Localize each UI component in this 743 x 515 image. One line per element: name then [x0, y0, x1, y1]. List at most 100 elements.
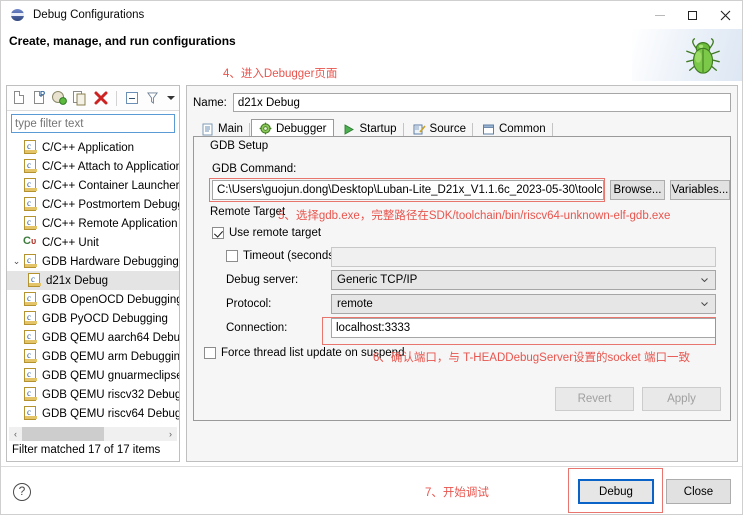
timeout-input[interactable] — [331, 247, 716, 267]
tree-item[interactable]: GDB QEMU riscv32 Debugg — [7, 385, 179, 404]
use-remote-target-checkbox[interactable] — [212, 227, 224, 239]
c-launch-icon — [22, 406, 38, 421]
c-launch-icon — [22, 159, 38, 174]
tree-item[interactable]: GDB QEMU riscv64 Debugg — [7, 404, 179, 423]
export-icon[interactable] — [50, 89, 68, 107]
c-launch-icon — [22, 254, 38, 269]
remote-target-title: Remote Target — [206, 206, 289, 218]
use-remote-target-row[interactable]: Use remote target — [212, 227, 321, 239]
toolbar-separator — [116, 91, 117, 106]
tree-item[interactable]: C/C++ Postmortem Debugg — [7, 195, 179, 214]
chevron-down-icon — [701, 302, 708, 306]
browse-button[interactable]: Browse... — [610, 180, 665, 200]
debug-button[interactable]: Debug — [578, 479, 654, 504]
filter-input[interactable] — [11, 114, 175, 133]
header-band: Create, manage, and run configurations — [1, 29, 742, 81]
connection-label: Connection: — [226, 322, 287, 334]
tree-item[interactable]: GDB QEMU gnuarmeclipse I — [7, 366, 179, 385]
tree-item[interactable]: CᴜC/C++ Unit — [7, 233, 179, 252]
close-button[interactable]: Close — [666, 479, 731, 504]
scroll-left-arrow[interactable]: ‹ — [9, 429, 22, 439]
tab-label: Main — [218, 123, 243, 135]
new-prototype-icon[interactable]: P — [31, 89, 48, 107]
view-menu-icon[interactable] — [162, 89, 179, 107]
variables-button[interactable]: Variables... — [670, 180, 730, 200]
window-icon — [10, 7, 26, 23]
tree-item[interactable]: C/C++ Attach to Application — [7, 157, 179, 176]
scroll-thumb[interactable] — [22, 427, 104, 441]
timeout-checkbox[interactable] — [226, 250, 238, 262]
tree-item[interactable]: C/C++ Container Launcher — [7, 176, 179, 195]
tree-item-label: C/C++ Unit — [42, 237, 99, 249]
tree-item[interactable]: GDB QEMU arm Debugging — [7, 347, 179, 366]
debug-configurations-window: Debug Configurations Create, manage, and… — [0, 0, 743, 515]
revert-button[interactable]: Revert — [555, 387, 634, 411]
c-launch-icon — [22, 178, 38, 193]
window-title: Debug Configurations — [33, 9, 144, 21]
tree-item-label: GDB QEMU arm Debugging — [42, 351, 179, 363]
c-launch-icon — [22, 349, 38, 364]
editor-tabs[interactable]: MainDebuggerStartupSourceCommon — [193, 118, 731, 138]
c-launch-icon — [22, 387, 38, 402]
gdb-command-input[interactable]: C:\Users\guojun.dong\Desktop\Luban-Lite_… — [212, 180, 604, 200]
configurations-tree[interactable]: C/C++ ApplicationC/C++ Attach to Applica… — [7, 136, 179, 425]
tree-footer: ‹ › Filter matched 17 of 17 items — [7, 425, 179, 461]
protocol-label: Protocol: — [226, 298, 271, 310]
tree-item[interactable]: GDB QEMU aarch64 Debug — [7, 328, 179, 347]
tree-item[interactable]: ⌄GDB Hardware Debugging — [7, 252, 179, 271]
remote-target-group: Remote Target Use remote target Timeout … — [202, 213, 726, 335]
c-launch-icon — [22, 140, 38, 155]
delete-icon[interactable] — [92, 89, 110, 107]
protocol-select[interactable]: remote — [331, 294, 716, 314]
connection-input[interactable]: localhost:3333 — [331, 318, 716, 338]
tree-item[interactable]: C/C++ Application — [7, 138, 179, 157]
tab-label: Debugger — [276, 123, 327, 135]
timeout-row[interactable]: Timeout (seconds): — [226, 250, 341, 262]
force-thread-checkbox[interactable] — [204, 347, 216, 359]
scroll-right-arrow[interactable]: › — [164, 429, 177, 439]
filter-status-text: Filter matched 17 of 17 items — [12, 444, 160, 456]
main-document-icon — [201, 123, 214, 136]
protocol-value: remote — [337, 298, 373, 310]
c-launch-icon — [22, 292, 38, 307]
tree-item-label: GDB QEMU riscv32 Debugg — [42, 389, 179, 401]
debugger-gear-icon — [259, 122, 272, 135]
collapse-all-icon[interactable] — [123, 89, 140, 107]
green-bug-icon — [682, 35, 724, 75]
configuration-editor-panel: Name: MainDebuggerStartupSourceCommon GD… — [186, 85, 738, 462]
close-window-button[interactable] — [709, 1, 742, 29]
apply-button[interactable]: Apply — [642, 387, 721, 411]
gdb-setup-title: GDB Setup — [206, 140, 272, 152]
tree-item[interactable]: GDB PyOCD Debugging — [7, 309, 179, 328]
c-launch-icon — [22, 330, 38, 345]
filter-icon[interactable] — [143, 89, 160, 107]
tree-item-label: C/C++ Remote Application — [42, 218, 178, 230]
startup-play-icon — [342, 123, 355, 136]
title-bar: Debug Configurations — [1, 1, 742, 29]
page-title: Create, manage, and run configurations — [9, 34, 236, 48]
duplicate-icon[interactable] — [71, 89, 89, 107]
tree-item-label: C/C++ Container Launcher — [42, 180, 179, 192]
annotation-6: 6、确认端口，与 T-HEADDebugServer设置的socket 端口一致 — [373, 349, 690, 365]
new-configuration-icon[interactable] — [11, 89, 28, 107]
scroll-track[interactable] — [22, 427, 164, 441]
help-icon[interactable]: ? — [13, 483, 31, 501]
name-input[interactable] — [233, 93, 731, 112]
configurations-tree-panel: P C/C++ ApplicationC/C++ Attach to Appli… — [6, 85, 180, 462]
annotation-4: 4、进入Debugger页面 — [223, 65, 337, 81]
expander-icon[interactable]: ⌄ — [11, 256, 22, 267]
tree-item[interactable]: GDB OpenOCD Debugging — [7, 290, 179, 309]
c-launch-icon — [26, 273, 42, 288]
maximize-button[interactable] — [676, 1, 709, 29]
minimize-button[interactable] — [643, 1, 676, 29]
debug-server-select[interactable]: Generic TCP/IP — [331, 270, 716, 290]
debugger-tab-content: GDB Setup GDB Command: C:\Users\guojun.d… — [193, 136, 731, 421]
annotation-5: 5、选择gdb.exe，完整路径在SDK/toolchain/bin/riscv… — [278, 207, 670, 223]
gdb-command-label: GDB Command: — [212, 163, 296, 175]
tab-label: Common — [499, 123, 546, 135]
tree-item[interactable]: d21x Debug — [7, 271, 179, 290]
tree-item[interactable]: C/C++ Remote Application — [7, 214, 179, 233]
tree-item-label: GDB QEMU aarch64 Debug — [42, 332, 179, 344]
tree-horizontal-scrollbar[interactable]: ‹ › — [9, 427, 177, 441]
c-launch-icon — [22, 216, 38, 231]
